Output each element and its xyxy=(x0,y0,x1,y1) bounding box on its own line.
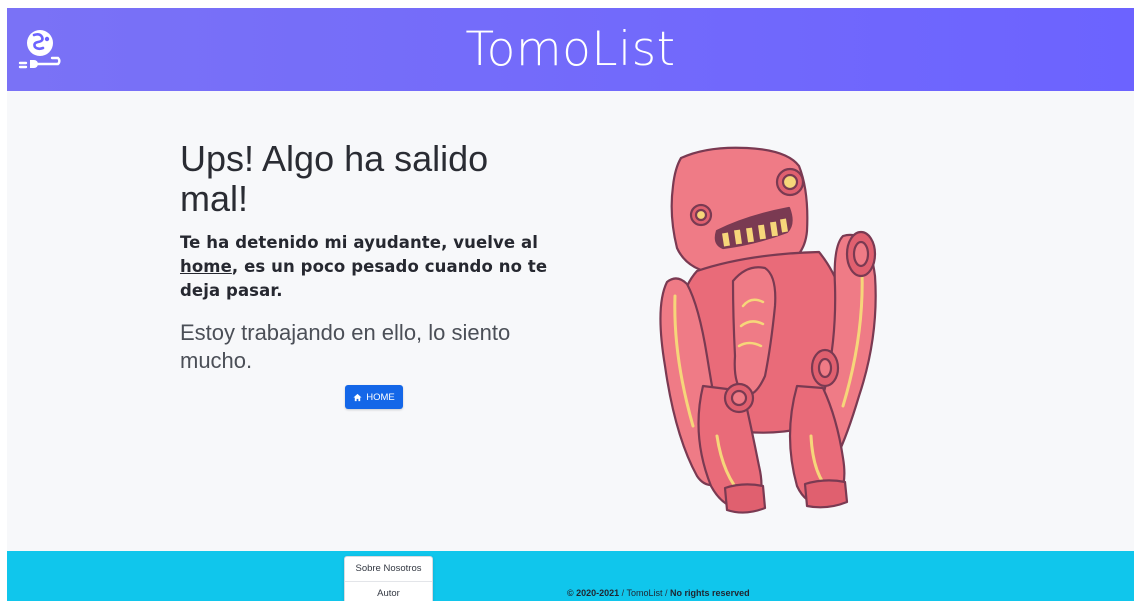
copyright-year: © 2020-2021 xyxy=(567,588,620,598)
footer-menu: Sobre Nosotros Autor xyxy=(344,556,433,601)
footer-link-sobre-nosotros[interactable]: Sobre Nosotros xyxy=(345,557,432,581)
error-message-part1: Te ha detenido mi ayudante, vuelve al xyxy=(180,233,539,252)
error-content: Ups! Algo ha salido mal! Te ha detenido … xyxy=(180,139,560,375)
copyright-text: © 2020-2021 / TomoList / No rights reser… xyxy=(567,588,750,598)
robot-illustration xyxy=(659,146,877,514)
copyright-separator-2: / xyxy=(662,588,671,598)
app-title: TomoList xyxy=(465,22,676,77)
apology-text: Estoy trabajando en ello, lo siento much… xyxy=(180,320,511,373)
home-icon xyxy=(353,393,362,401)
error-title: Ups! Algo ha salido mal! xyxy=(180,138,489,219)
error-message: Te ha detenido mi ayudante, vuelve al ho… xyxy=(180,231,560,303)
error-message-part2: , es un poco pesado cuando no te deja pa… xyxy=(180,257,548,300)
error-main: Ups! Algo ha salido mal! Te ha detenido … xyxy=(7,91,1134,551)
app-footer: Sobre Nosotros Autor © 2020-2021 / TomoL… xyxy=(7,551,1134,601)
copyright-app-name: TomoList xyxy=(626,588,663,598)
app-header: TomoList xyxy=(7,8,1134,91)
home-link[interactable]: home xyxy=(180,257,232,276)
home-button-label: HOME xyxy=(366,391,395,403)
copyright-rights: No rights reserved xyxy=(670,588,750,598)
copyright-separator-1: / xyxy=(619,588,627,598)
home-button[interactable]: HOME xyxy=(345,385,403,409)
footer-link-autor[interactable]: Autor xyxy=(345,581,432,601)
page-frame: TomoList Ups! Algo ha salido mal! Te ha … xyxy=(7,8,1134,601)
